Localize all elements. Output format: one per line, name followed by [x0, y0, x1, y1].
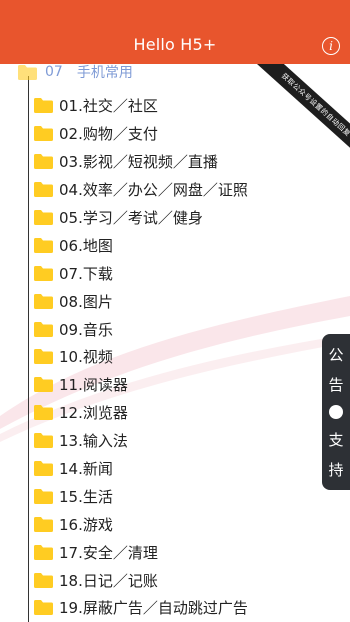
- folder-list-item[interactable]: 19.屏蔽广告／自动跳过广告: [34, 594, 248, 622]
- folder-icon: [34, 154, 53, 170]
- folder-item-label: 03.影视／短视频／直播: [59, 153, 218, 172]
- folder-icon: [34, 321, 53, 337]
- folder-list-item[interactable]: 10.视频: [34, 343, 248, 371]
- folder-list-item[interactable]: 06.地图: [34, 231, 248, 259]
- folder-icon: [34, 544, 53, 560]
- folder-icon: [34, 349, 53, 365]
- folder-list-item[interactable]: 13.输入法: [34, 427, 248, 455]
- folder-list-item[interactable]: 04.效率／办公／网盘／证照: [34, 176, 248, 204]
- folder-item-label: 02.购物／支付: [59, 125, 158, 144]
- app-header: Hello H5+ i: [0, 0, 350, 64]
- folder-item-label: 18.日记／记账: [59, 571, 158, 590]
- folder-list-item[interactable]: 05.学习／考试／健身: [34, 204, 248, 232]
- folder-list-item[interactable]: 11.阅读器: [34, 371, 248, 399]
- folder-item-label: 08.图片: [59, 292, 113, 311]
- folder-list-item[interactable]: 17.安全／清理: [34, 538, 248, 566]
- folder-icon: [34, 98, 53, 114]
- folder-item-label: 13.输入法: [59, 432, 128, 451]
- folder-icon: [34, 265, 53, 281]
- folder-list-item[interactable]: 01.社交／社区: [34, 92, 248, 120]
- folder-item-label: 07.下载: [59, 264, 113, 283]
- parent-folder-label: 手机常用: [76, 65, 133, 81]
- folder-icon: [34, 210, 53, 225]
- folder-item-label: 10.视频: [59, 348, 113, 367]
- folder-item-label: 05.学习／考试／健身: [59, 209, 203, 227]
- folder-list-item[interactable]: 03.影视／短视频／直播: [34, 148, 248, 176]
- folder-icon: [34, 516, 53, 532]
- folder-icon: [34, 405, 53, 421]
- folder-icon: [34, 377, 53, 393]
- folder-list-item[interactable]: 16.游戏: [34, 510, 248, 538]
- folder-icon: [34, 433, 53, 449]
- folder-icon: [34, 600, 53, 616]
- folder-list-item[interactable]: 07.下载: [34, 259, 248, 287]
- folder-icon: [34, 572, 53, 588]
- folder-item-label: 01.社交／社区: [59, 97, 158, 116]
- folder-list-item[interactable]: 12.浏览器: [34, 399, 248, 427]
- parent-folder-number: 07: [45, 64, 63, 80]
- info-icon[interactable]: i: [322, 37, 340, 55]
- folder-list-item[interactable]: 14.新闻: [34, 455, 248, 483]
- folder-list: 01.社交／社区 02.购物／支付 03.影视／短视频／直播 04.效率／办公／网盘／…: [34, 92, 248, 622]
- tree-guide-line: [28, 76, 29, 622]
- folder-icon: [18, 64, 37, 80]
- folder-item-label: 17.安全／清理: [59, 543, 158, 562]
- folder-list-item[interactable]: 18.日记／记账: [34, 566, 248, 594]
- folder-list-item[interactable]: 02.购物／支付: [34, 120, 248, 148]
- folder-icon: [34, 237, 53, 253]
- folder-item-label: 11.阅读器: [59, 376, 128, 395]
- folder-item-label: 04.效率／办公／网盘／证照: [59, 181, 248, 200]
- folder-list-item[interactable]: 15.生活: [34, 482, 248, 510]
- folder-item-label: 06.地图: [59, 236, 113, 255]
- page-title: Hello H5+: [133, 35, 217, 54]
- parent-folder-row[interactable]: 07 手机常用: [18, 64, 133, 82]
- folder-icon: [34, 293, 53, 309]
- announcement-support-panel[interactable]: 公 告 支 持: [322, 334, 350, 490]
- corner-ribbon[interactable]: 获取公众号设置的自动回复: [250, 64, 350, 154]
- folder-icon: [34, 461, 53, 477]
- folder-icon: [34, 126, 53, 142]
- folder-list-item[interactable]: 08.图片: [34, 287, 248, 315]
- folder-list-item[interactable]: 09.音乐: [34, 315, 248, 343]
- folder-item-label: 09.音乐: [59, 320, 113, 339]
- folder-icon: [34, 182, 53, 198]
- folder-icon: [34, 488, 53, 504]
- ribbon-label: 获取公众号设置的自动回复: [250, 64, 350, 154]
- folder-item-label: 15.生活: [59, 487, 113, 506]
- folder-item-label: 19.屏蔽广告／自动跳过广告: [59, 599, 248, 618]
- panel-char-1: 公: [328, 345, 344, 364]
- folder-tree-view[interactable]: 07 手机常用 01.社交／社区 02.购物／支付 03.影视／短视频／直播 04.效…: [0, 64, 350, 622]
- panel-char-4: 持: [328, 461, 344, 480]
- panel-char-3: 支: [328, 430, 344, 449]
- folder-item-label: 14.新闻: [59, 460, 113, 479]
- dot-icon: [329, 404, 343, 419]
- folder-item-label: 16.游戏: [59, 515, 113, 534]
- folder-item-label: 12.浏览器: [59, 404, 128, 423]
- panel-char-2: 告: [328, 376, 344, 395]
